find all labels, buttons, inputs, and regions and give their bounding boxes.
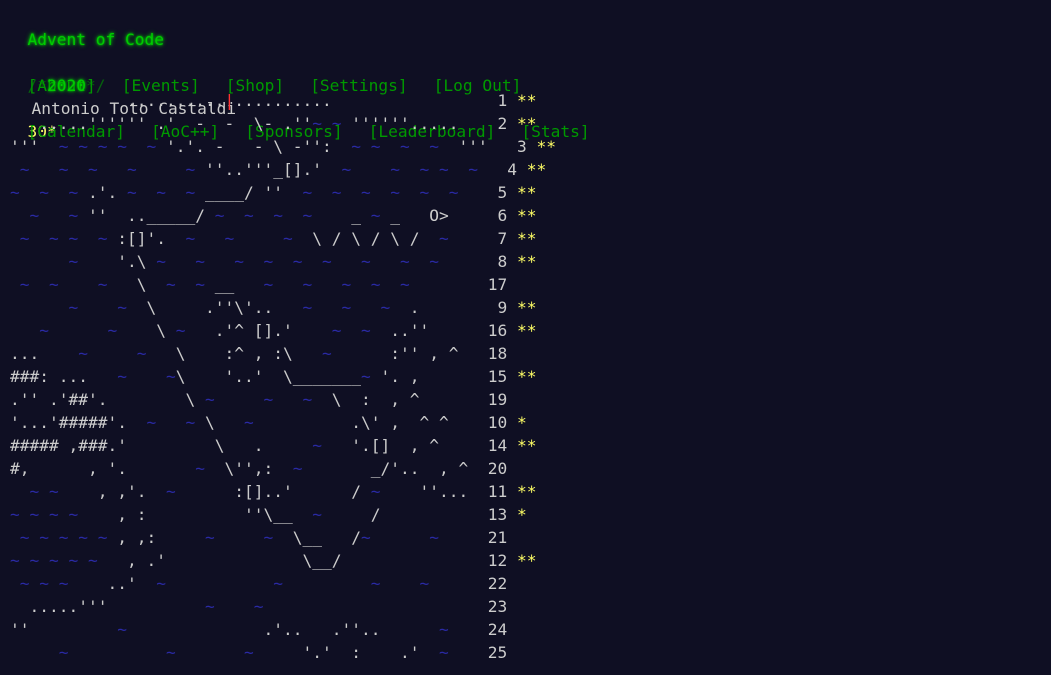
- calendar-day-number: 13: [487, 505, 508, 524]
- calendar-art: .....''' ~ ~: [29, 597, 264, 616]
- calendar-art: ~ ~ ~ ..' ~ ~ ~ ~: [19, 574, 430, 593]
- calendar-day-number: 18: [487, 344, 508, 363]
- calendar-day-stars: **: [517, 321, 537, 340]
- calendar-day-number: 8: [487, 252, 508, 271]
- calendar-day-number: 25: [487, 643, 508, 662]
- calendar-day-5[interactable]: ~ ~ ~ .'. ~ ~ ~ ____/ '' ~ ~ ~ ~ ~ ~ 5 *…: [10, 181, 556, 204]
- calendar-day-11[interactable]: ~ ~ , ,'. ~ :[]..' / ~ ''... 11 **: [10, 480, 556, 503]
- calendar-art: ~ ~ , ,'. ~ :[]..' / ~ ''...: [29, 482, 469, 501]
- calendar-art: ###: ... ~ ~\ '..' \_______~ '. ,: [10, 367, 420, 386]
- calendar-art: ~ ~ ~ ~ :[]'. ~ ~ ~ \ / \ / \ / ~: [19, 229, 449, 248]
- calendar-art: ~ '.\ ~ ~ ~ ~ ~ ~ ~ ~ ~: [68, 252, 440, 271]
- calendar-day-number: 14: [487, 436, 508, 455]
- calendar-day-stars: **: [517, 252, 537, 271]
- calendar-art: .....'''''' .' - - \- .''~ ~ ''''''.....: [39, 114, 459, 133]
- calendar-day-10[interactable]: '...'#####'. ~ ~ \ ~ .\' , ^ ^ 10 *: [10, 411, 556, 434]
- calendar-day-6[interactable]: ~ ~ '' .._____/ ~ ~ ~ ~ _ ~ _ O> 6 **: [10, 204, 556, 227]
- calendar-art: ~ ~ ~ ~ ~ ''..'''_[].' ~ ~ ~ ~ ~: [19, 160, 478, 179]
- calendar-day-number: 6: [487, 206, 508, 225]
- calendar-day-number: 21: [487, 528, 508, 547]
- calendar-day-number: 15: [487, 367, 508, 386]
- calendar-day-14[interactable]: ##### ,###.' \ . ~ '.[] , ^ 14 **: [10, 434, 556, 457]
- calendar-day-stars: **: [517, 206, 537, 225]
- calendar-day-number: 9: [487, 298, 508, 317]
- advent-calendar: ..........|.......... 1 ** .....'''''' .…: [10, 89, 556, 664]
- calendar-day-12[interactable]: ~ ~ ~ ~ ~ , .' \__/ 12 **: [10, 549, 556, 572]
- calendar-day-22[interactable]: ~ ~ ~ ..' ~ ~ ~ ~ 22: [10, 572, 556, 595]
- calendar-day-21[interactable]: ~ ~ ~ ~ ~ , ,: ~ ~ \__ /~ ~ 21: [10, 526, 556, 549]
- calendar-art: .'' .'##'. \ ~ ~ ~ \ : , ^: [10, 390, 420, 409]
- calendar-day-1[interactable]: ..........|.......... 1 **: [10, 89, 556, 112]
- calendar-day-number: 17: [487, 275, 508, 294]
- calendar-day-stars: *: [517, 413, 527, 432]
- calendar-day-stars: **: [526, 160, 547, 179]
- calendar-day-18[interactable]: ... ~ ~ \ :^ , :\ ~ :'' , ^ 18: [10, 342, 556, 365]
- calendar-day-number: 2: [487, 114, 508, 133]
- calendar-day-number: 16: [487, 321, 508, 340]
- calendar-day-stars: **: [517, 183, 537, 202]
- calendar-day-number: 22: [487, 574, 508, 593]
- calendar-day-stars: **: [517, 436, 537, 455]
- calendar-art: ##### ,###.' \ . ~ '.[] , ^: [10, 436, 439, 455]
- calendar-day-17[interactable]: ~ ~ ~ \ ~ ~ __ ~ ~ ~ ~ ~ 17: [10, 273, 556, 296]
- calendar-art: ... ~ ~ \ :^ , :\ ~ :'' , ^: [10, 344, 459, 363]
- calendar-day-number: 1: [487, 91, 508, 110]
- calendar-day-number: 12: [487, 551, 508, 570]
- calendar-art: ~ ~ ~ ~ ~ , .' \__/: [10, 551, 342, 570]
- calendar-day-20[interactable]: #, , '. ~ \'',: ~ _/'.. , ^ 20: [10, 457, 556, 480]
- calendar-day-25[interactable]: ~ ~ ~ '.' : .' ~ 25: [10, 641, 556, 664]
- calendar-art: ~ ~ ~ ~ ~ , ,: ~ ~ \__ /~ ~: [19, 528, 439, 547]
- calendar-day-16[interactable]: ~ ~ \ ~ .'^ [].' ~ ~ ..'' 16 **: [10, 319, 556, 342]
- calendar-art: ~ ~ ~ .'. ~ ~ ~ ____/ '' ~ ~ ~ ~ ~ ~: [10, 183, 459, 202]
- calendar-day-number: 19: [487, 390, 508, 409]
- calendar-day-9[interactable]: ~ ~ \ .''\'.. ~ ~ ~ . 9 **: [10, 296, 556, 319]
- calendar-day-3[interactable]: ''' ~ ~ ~ ~ ~ '.'. - - \ -'': ~ ~ ~ ~ ''…: [10, 135, 556, 158]
- calendar-day-stars: **: [517, 91, 537, 110]
- calendar-art: ~ ~ ~ \ ~ ~ __ ~ ~ ~ ~ ~: [19, 275, 410, 294]
- calendar-day-23[interactable]: .....''' ~ ~ 23: [10, 595, 556, 618]
- calendar-day-stars: **: [536, 137, 557, 156]
- calendar-day-stars: **: [517, 367, 537, 386]
- calendar-art: ~ ~ ~ ~ , : ''\__ ~ /: [10, 505, 381, 524]
- calendar-art: ''' ~ ~ ~ ~ ~ '.'. - - \ -'': ~ ~ ~ ~ ''…: [10, 137, 488, 156]
- calendar-day-number: 20: [487, 459, 508, 478]
- calendar-art: ~ ~ \ ~ .'^ [].' ~ ~ ..'': [39, 321, 430, 340]
- calendar-day-2[interactable]: .....'''''' .' - - \- .''~ ~ ''''''.....…: [10, 112, 556, 135]
- calendar-day-stars: **: [517, 114, 537, 133]
- calendar-day-8[interactable]: ~ '.\ ~ ~ ~ ~ ~ ~ ~ ~ ~ 8 **: [10, 250, 556, 273]
- calendar-art: ..........|..........: [127, 91, 332, 110]
- calendar-day-number: 5: [487, 183, 508, 202]
- calendar-day-19[interactable]: .'' .'##'. \ ~ ~ ~ \ : , ^ 19: [10, 388, 556, 411]
- calendar-day-number: 7: [487, 229, 508, 248]
- calendar-day-number: 4: [497, 160, 517, 179]
- calendar-day-number: 3: [507, 137, 527, 156]
- calendar-day-stars: **: [517, 229, 537, 248]
- calendar-day-number: 24: [487, 620, 508, 639]
- calendar-day-stars: *: [517, 505, 527, 524]
- calendar-day-number: 10: [487, 413, 508, 432]
- calendar-art: ~ ~ '' .._____/ ~ ~ ~ ~ _ ~ _ O>: [29, 206, 449, 225]
- calendar-day-24[interactable]: '' ~ .'.. .''.. ~ 24: [10, 618, 556, 641]
- calendar-day-stars: **: [517, 551, 537, 570]
- calendar-day-number: 11: [487, 482, 508, 501]
- calendar-art: ~ ~ \ .''\'.. ~ ~ ~ .: [68, 298, 420, 317]
- calendar-day-stars: **: [517, 482, 537, 501]
- calendar-day-number: 23: [487, 597, 508, 616]
- calendar-art: '...'#####'. ~ ~ \ ~ .\' , ^ ^: [10, 413, 449, 432]
- calendar-day-15[interactable]: ###: ... ~ ~\ '..' \_______~ '. , 15 **: [10, 365, 556, 388]
- calendar-art: '' ~ .'.. .''.. ~: [10, 620, 449, 639]
- calendar-art: #, , '. ~ \'',: ~ _/'.. , ^: [10, 459, 469, 478]
- calendar-day-7[interactable]: ~ ~ ~ ~ :[]'. ~ ~ ~ \ / \ / \ / ~ 7 **: [10, 227, 556, 250]
- calendar-art: ~ ~ ~ '.' : .' ~: [58, 643, 449, 662]
- calendar-day-4[interactable]: ~ ~ ~ ~ ~ ''..'''_[].' ~ ~ ~ ~ ~ 4 **: [10, 158, 556, 181]
- calendar-day-stars: **: [517, 298, 537, 317]
- calendar-day-13[interactable]: ~ ~ ~ ~ , : ''\__ ~ / 13 *: [10, 503, 556, 526]
